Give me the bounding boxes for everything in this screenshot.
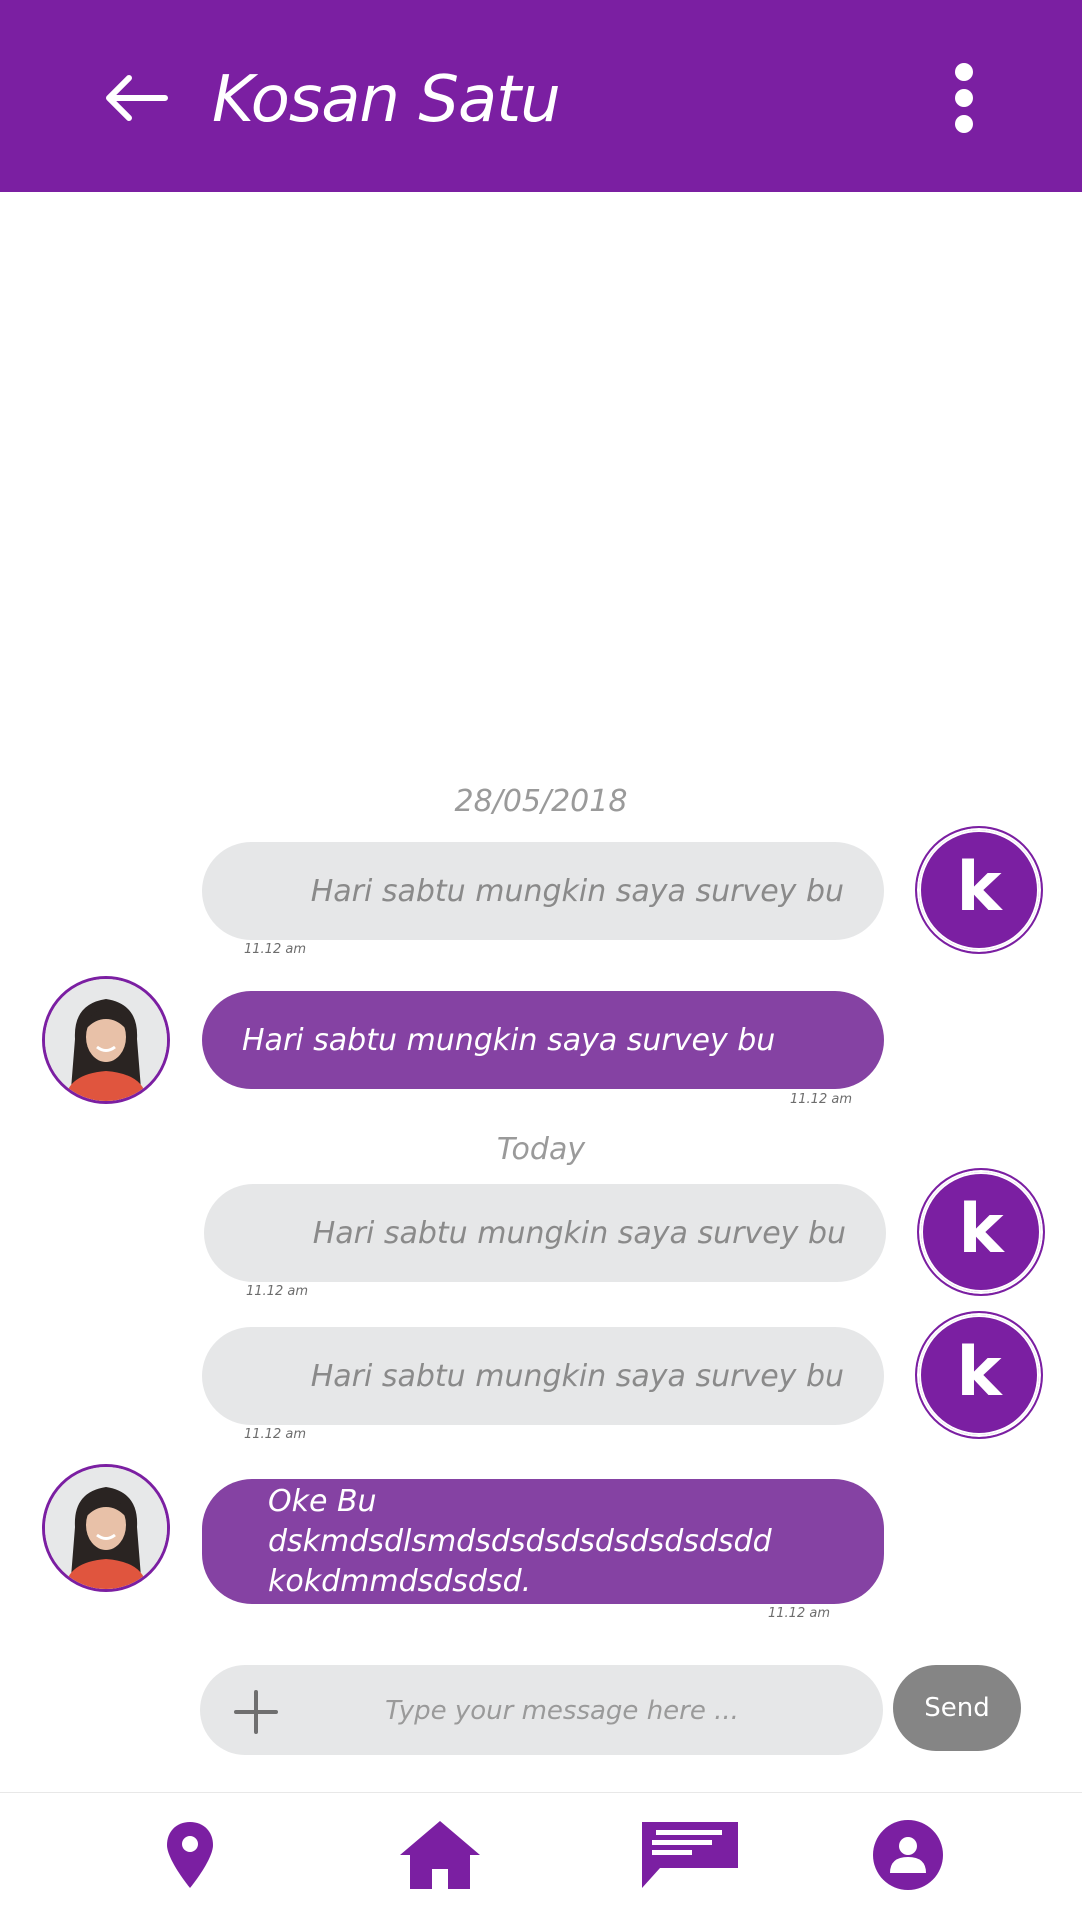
- avatar: [42, 976, 170, 1104]
- message-time: 11.12 am: [246, 1284, 308, 1299]
- message-bubble-outgoing[interactable]: Hari sabtu mungkin saya survey bu: [202, 1327, 884, 1425]
- nav-item-profile[interactable]: [848, 1810, 968, 1900]
- avatar: k: [915, 826, 1043, 954]
- message-bubble-incoming[interactable]: Hari sabtu mungkin saya survey bu: [202, 991, 884, 1089]
- location-pin-icon: [167, 1822, 213, 1888]
- date-separator: 28/05/2018: [454, 784, 628, 819]
- message-bubble-incoming[interactable]: Oke Bu dskmdsdlsmdsdsdsdsdsdsdsdsdd kokd…: [202, 1479, 884, 1604]
- date-separator: Today: [496, 1132, 586, 1167]
- message-bubble-outgoing[interactable]: Hari sabtu mungkin saya survey bu: [204, 1184, 886, 1282]
- avatar-letter: k: [958, 1190, 1004, 1269]
- home-icon: [400, 1821, 480, 1889]
- message-time: 11.12 am: [244, 1427, 306, 1442]
- nav-item-home[interactable]: [380, 1810, 500, 1900]
- message-time: 11.12 am: [790, 1092, 852, 1107]
- back-button[interactable]: [96, 62, 176, 134]
- nav-divider: [0, 1792, 1082, 1793]
- send-button[interactable]: Send: [893, 1665, 1021, 1751]
- arrow-left-icon: [106, 75, 168, 121]
- more-vertical-icon: [955, 63, 973, 133]
- avatar: [42, 1464, 170, 1592]
- profile-icon: [873, 1820, 943, 1890]
- message-time: 11.12 am: [768, 1606, 830, 1621]
- plus-icon: [234, 1690, 278, 1734]
- avatar: k: [917, 1168, 1045, 1296]
- avatar-letter: k: [956, 848, 1002, 927]
- chat-icon: [642, 1822, 738, 1888]
- more-options-button[interactable]: [940, 56, 988, 146]
- message-time: 11.12 am: [244, 942, 306, 957]
- profile-photo-icon: [45, 979, 167, 1101]
- nav-item-location[interactable]: [130, 1810, 250, 1900]
- profile-photo-icon: [45, 1467, 167, 1589]
- attach-button[interactable]: [228, 1684, 284, 1740]
- message-input[interactable]: [330, 1675, 794, 1747]
- page-title: Kosan Satu: [212, 63, 561, 137]
- avatar: k: [915, 1311, 1043, 1439]
- message-bubble-outgoing[interactable]: Hari sabtu mungkin saya survey bu: [202, 842, 884, 940]
- avatar-letter: k: [956, 1333, 1002, 1412]
- nav-item-chat[interactable]: [620, 1810, 760, 1900]
